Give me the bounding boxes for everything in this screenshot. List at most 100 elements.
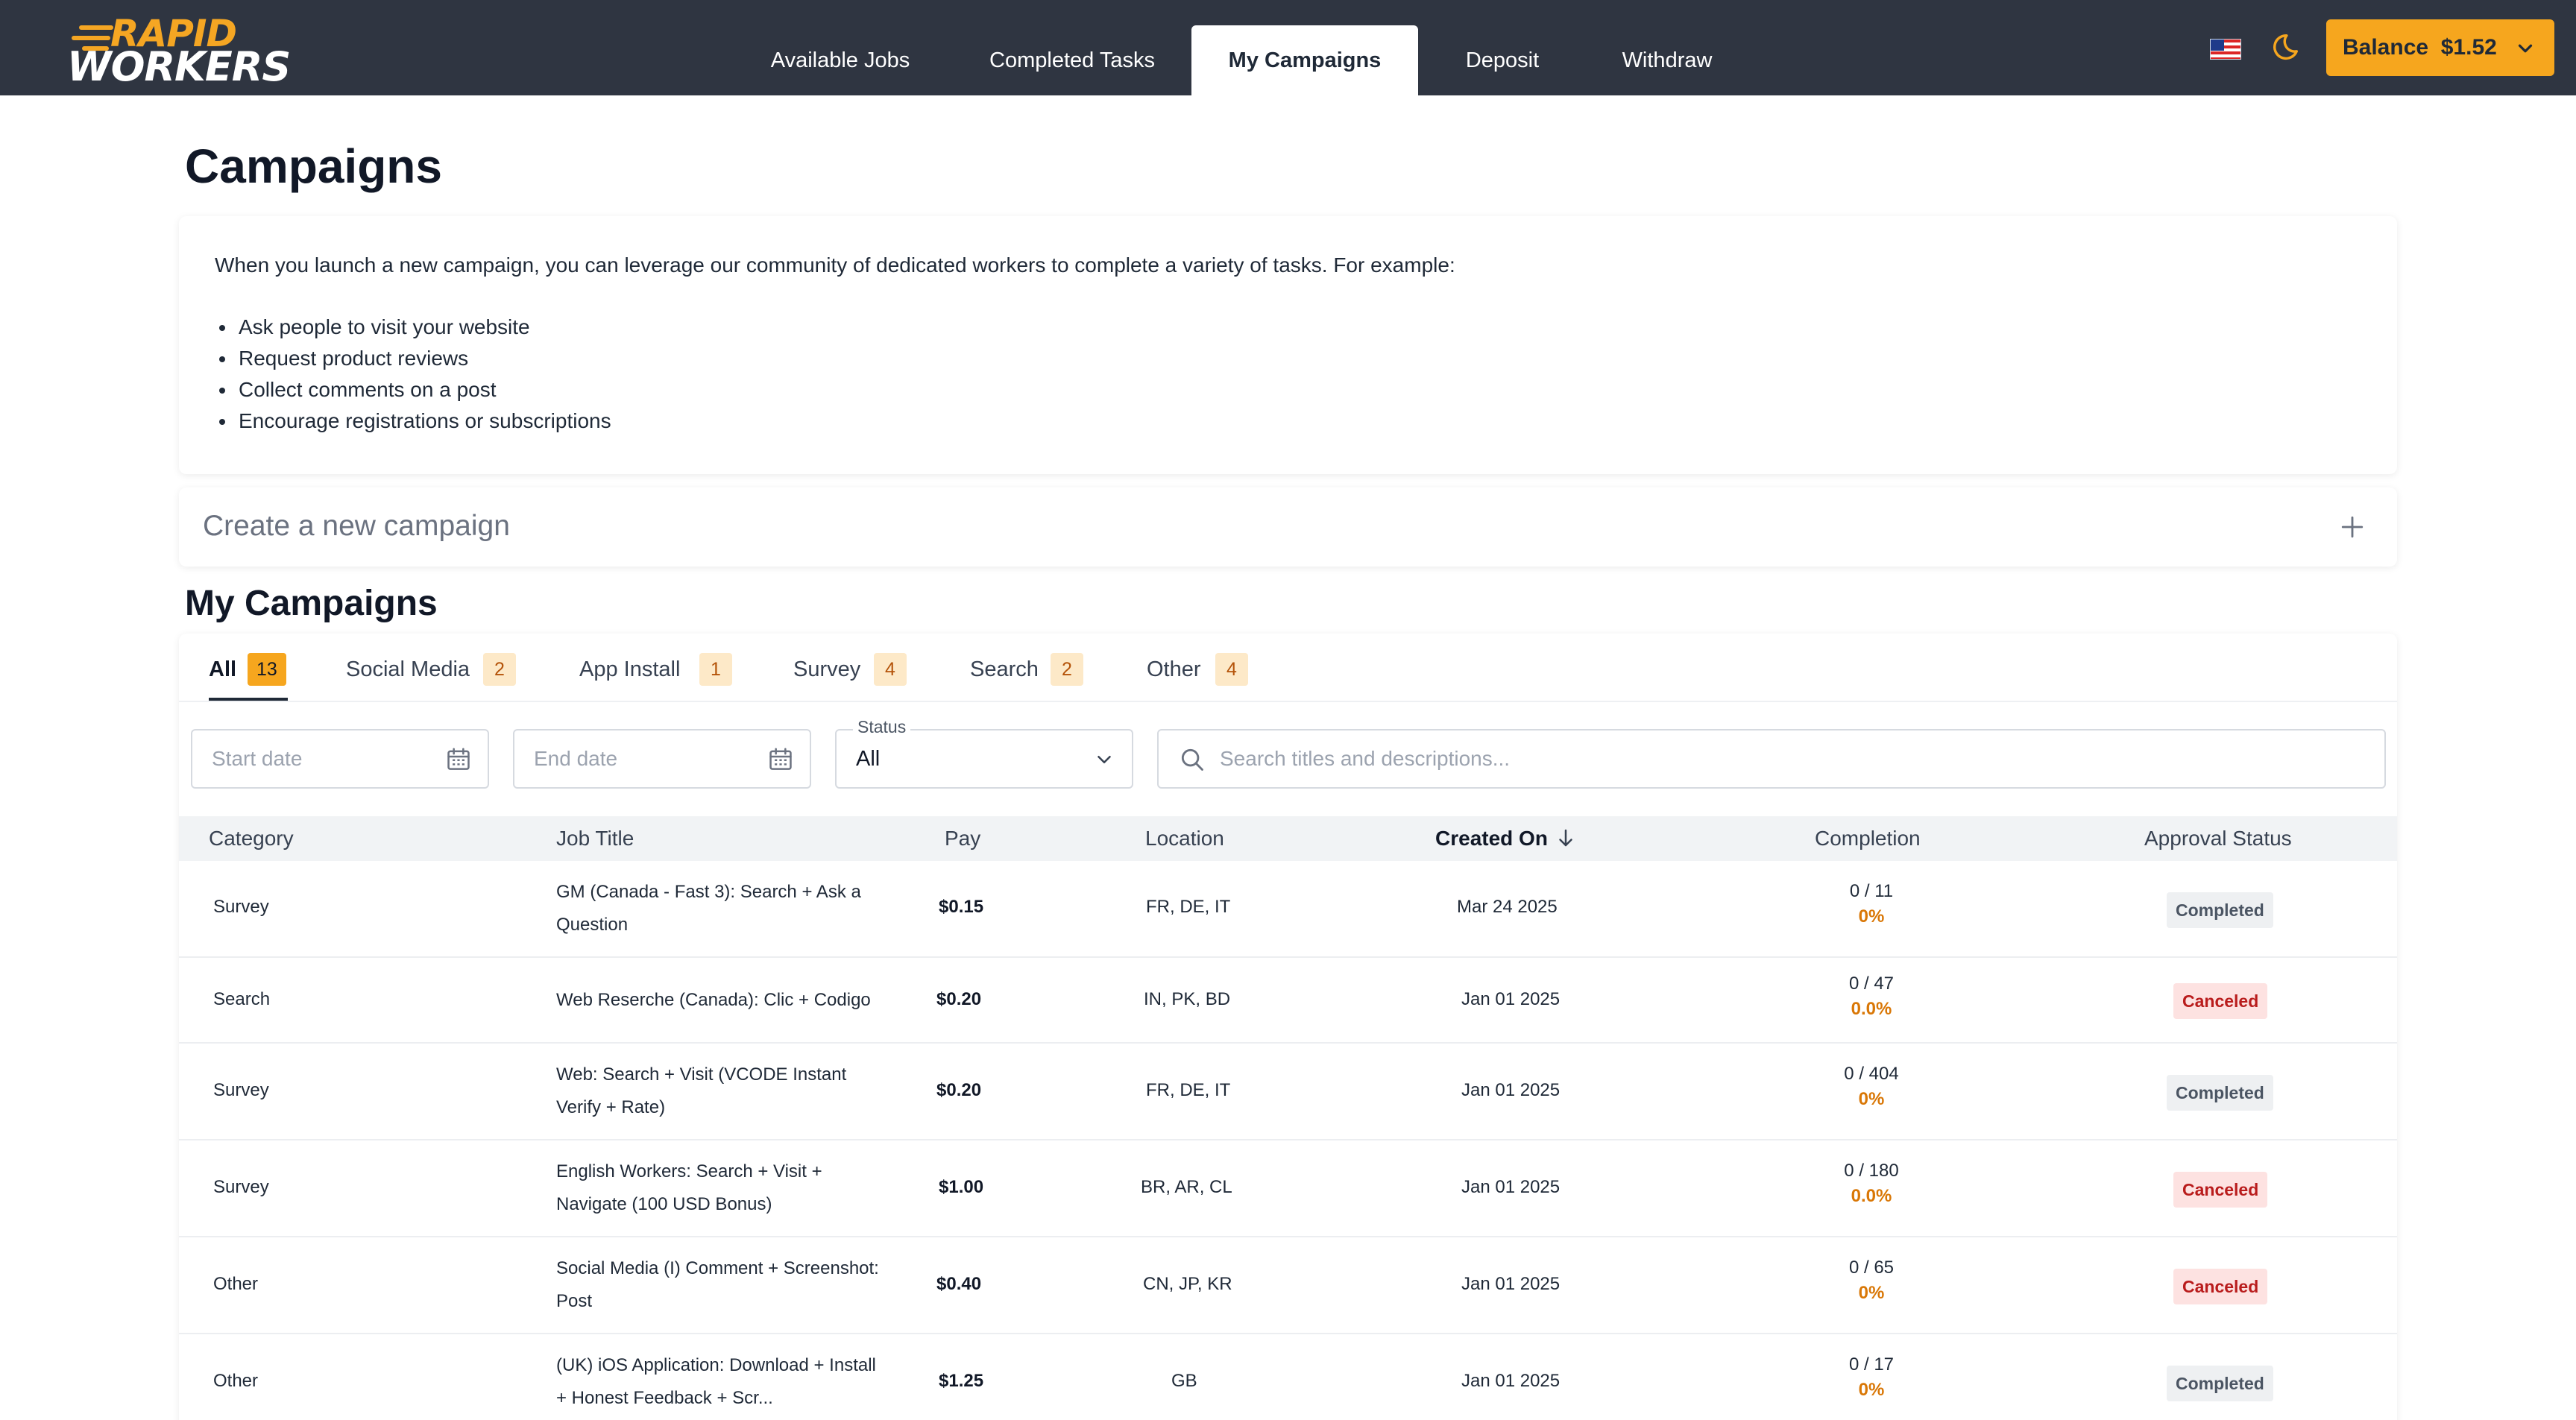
status-badge: Completed bbox=[2167, 1366, 2273, 1401]
cell-category: Survey bbox=[213, 1080, 269, 1100]
status-select[interactable]: Status All bbox=[835, 717, 1133, 789]
column-header-created-on[interactable]: Created On bbox=[1435, 827, 1548, 851]
nav-my-campaigns[interactable]: My Campaigns bbox=[1191, 25, 1418, 95]
plus-icon[interactable] bbox=[2340, 514, 2365, 540]
end-date-placeholder: End date bbox=[534, 747, 618, 770]
category-tabs: All 13 Social Media 2 App Install 1 Surv… bbox=[179, 634, 2397, 702]
cell-job-title[interactable]: GM (Canada - Fast 3): Search + Ask a Que… bbox=[556, 876, 884, 941]
tab-count-badge: 13 bbox=[248, 653, 286, 686]
intro-bullet: Collect comments on a post bbox=[215, 374, 611, 406]
search-icon bbox=[1181, 748, 1203, 771]
tab-count-badge: 4 bbox=[1215, 653, 1248, 686]
completion-percent: 0% bbox=[1858, 1089, 1885, 1109]
intro-bullet: Encourage registrations or subscriptions bbox=[215, 406, 611, 437]
nav-completed-tasks[interactable]: Completed Tasks bbox=[969, 25, 1175, 95]
logo-text-workers: WORKERS bbox=[67, 43, 291, 90]
tab-count-badge: 1 bbox=[699, 653, 732, 686]
completion-count: 0 / 17 bbox=[1848, 1354, 1895, 1375]
column-header-completion[interactable]: Completion bbox=[1815, 827, 1921, 851]
search-placeholder: Search titles and descriptions... bbox=[1220, 747, 1511, 770]
status-selected-value: All bbox=[856, 747, 881, 771]
cell-pay: $1.25 bbox=[939, 1371, 984, 1391]
column-header-job-title[interactable]: Job Title bbox=[556, 827, 634, 851]
status-badge: Canceled bbox=[2173, 1172, 2268, 1208]
start-date-placeholder: Start date bbox=[212, 747, 303, 770]
cell-category: Survey bbox=[213, 1177, 269, 1197]
cell-job-title[interactable]: Web: Search + Visit (VCODE Instant Verif… bbox=[556, 1058, 884, 1124]
campaigns-panel: All 13 Social Media 2 App Install 1 Surv… bbox=[179, 634, 2397, 1420]
cell-category: Search bbox=[213, 989, 271, 1009]
tab-label: App Install bbox=[579, 657, 681, 681]
nav-withdraw[interactable]: Withdraw bbox=[1603, 25, 1731, 95]
tab-label: Other bbox=[1147, 657, 1201, 681]
column-header-pay[interactable]: Pay bbox=[945, 827, 980, 851]
cell-pay: $0.15 bbox=[939, 897, 984, 917]
rapid-workers-logo[interactable]: RAPID WORKERS bbox=[66, 10, 291, 90]
tab-label: Social Media bbox=[346, 657, 470, 681]
cell-job-title[interactable]: (UK) iOS Application: Download + Install… bbox=[556, 1349, 884, 1415]
cell-job-title[interactable]: English Workers: Search + Visit + Naviga… bbox=[556, 1155, 884, 1221]
tab-count-badge: 2 bbox=[1051, 653, 1083, 686]
nav-deposit[interactable]: Deposit bbox=[1454, 25, 1551, 95]
intro-bullet: Ask people to visit your website bbox=[215, 312, 611, 343]
cell-location: FR, DE, IT bbox=[1146, 1080, 1231, 1100]
cell-created-on: Jan 01 2025 bbox=[1461, 1080, 1561, 1100]
tab-count-badge: 2 bbox=[483, 653, 516, 686]
balance-dropdown-button[interactable]: Balance $1.52 bbox=[2326, 19, 2554, 76]
cell-created-on: Mar 24 2025 bbox=[1457, 897, 1558, 917]
cell-job-title[interactable]: Web Reserche (Canada): Clic + Codigo bbox=[556, 984, 884, 1017]
column-header-category[interactable]: Category bbox=[209, 827, 294, 851]
balance-label: Balance $1.52 bbox=[2343, 35, 2497, 60]
completion-percent: 0.0% bbox=[1851, 1186, 1892, 1206]
column-header-location[interactable]: Location bbox=[1145, 827, 1224, 851]
end-date-field[interactable]: End date bbox=[513, 729, 811, 789]
calendar-icon[interactable] bbox=[766, 745, 795, 774]
completion-percent: 0% bbox=[1858, 1380, 1885, 1400]
logo-speed-line bbox=[79, 25, 113, 30]
tab-label: Survey bbox=[793, 657, 861, 681]
cell-location: CN, JP, KR bbox=[1143, 1274, 1232, 1294]
cell-location: GB bbox=[1171, 1371, 1197, 1391]
completion-percent: 0.0% bbox=[1851, 999, 1892, 1019]
cell-location: BR, AR, CL bbox=[1141, 1177, 1232, 1197]
active-tab-underline bbox=[209, 698, 288, 701]
cell-pay: $0.20 bbox=[936, 989, 982, 1009]
completion-count: 0 / 47 bbox=[1848, 974, 1895, 994]
status-badge: Canceled bbox=[2173, 1269, 2268, 1304]
completion-count: 0 / 404 bbox=[1844, 1064, 1899, 1084]
create-campaign-label: Create a new campaign bbox=[203, 510, 510, 542]
my-campaigns-heading: My Campaigns bbox=[185, 584, 438, 623]
cell-pay: $1.00 bbox=[939, 1177, 984, 1197]
cell-category: Survey bbox=[213, 897, 269, 917]
cell-created-on: Jan 01 2025 bbox=[1461, 1371, 1561, 1391]
arrow-down-icon[interactable] bbox=[1555, 827, 1577, 849]
table-row[interactable]: Survey English Workers: Search + Visit +… bbox=[179, 1140, 2397, 1237]
cell-job-title[interactable]: Social Media (I) Comment + Screenshot: P… bbox=[556, 1252, 884, 1318]
create-campaign-accordion[interactable]: Create a new campaign bbox=[179, 487, 2397, 567]
search-input[interactable]: Search titles and descriptions... bbox=[1157, 729, 2386, 789]
page-title: Campaigns bbox=[185, 139, 442, 193]
table-row[interactable]: Search Web Reserche (Canada): Clic + Cod… bbox=[179, 958, 2397, 1044]
completion-percent: 0% bbox=[1858, 1283, 1885, 1303]
table-row[interactable]: Other (UK) iOS Application: Download + I… bbox=[179, 1334, 2397, 1420]
start-date-field[interactable]: Start date bbox=[191, 729, 489, 789]
top-navigation-bar: RAPID WORKERS Available Jobs Completed T… bbox=[0, 0, 2576, 95]
us-flag-icon[interactable] bbox=[2210, 39, 2241, 60]
status-badge: Canceled bbox=[2173, 983, 2268, 1019]
moon-icon[interactable] bbox=[2267, 31, 2301, 66]
table-row[interactable]: Other Social Media (I) Comment + Screens… bbox=[179, 1237, 2397, 1334]
intro-text: When you launch a new campaign, you can … bbox=[215, 253, 1455, 277]
tab-label: All bbox=[209, 657, 237, 681]
status-label: Status bbox=[853, 717, 911, 737]
nav-available-jobs[interactable]: Available Jobs bbox=[755, 25, 926, 95]
intro-bullet-list: Ask people to visit your website Request… bbox=[215, 312, 611, 437]
intro-card: When you launch a new campaign, you can … bbox=[179, 216, 2397, 474]
completion-count: 0 / 65 bbox=[1848, 1258, 1895, 1278]
table-row[interactable]: Survey GM (Canada - Fast 3): Search + As… bbox=[179, 861, 2397, 958]
cell-pay: $0.20 bbox=[936, 1080, 982, 1100]
intro-bullet: Request product reviews bbox=[215, 343, 611, 374]
table-row[interactable]: Survey Web: Search + Visit (VCODE Instan… bbox=[179, 1044, 2397, 1140]
cell-category: Other bbox=[213, 1274, 259, 1294]
calendar-icon[interactable] bbox=[444, 745, 473, 774]
column-header-approval-status[interactable]: Approval Status bbox=[2144, 827, 2292, 851]
